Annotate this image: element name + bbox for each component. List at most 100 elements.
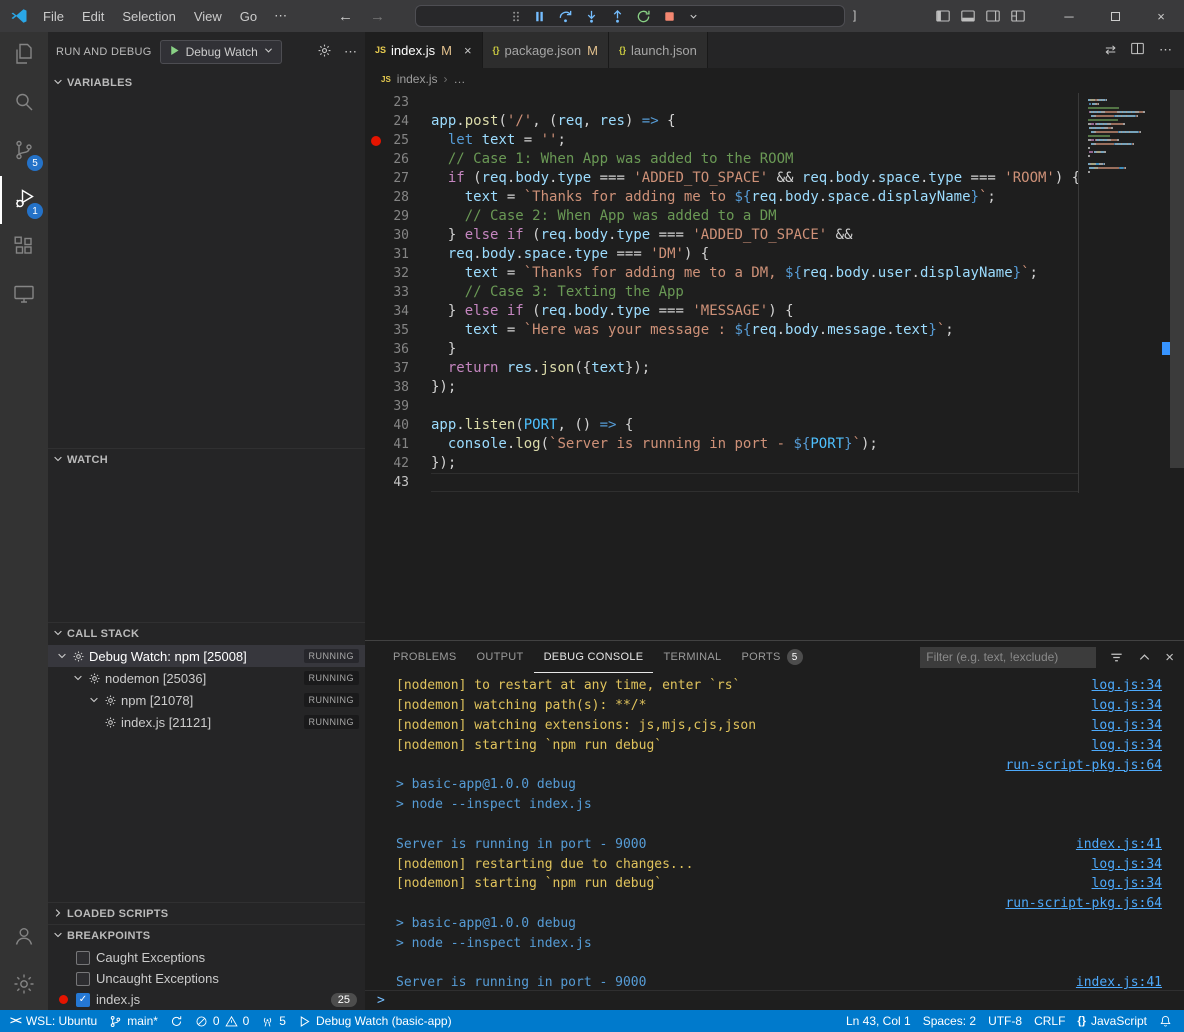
activity-source-control[interactable]: 5 (0, 128, 48, 176)
gutter-row[interactable]: 40 (365, 416, 431, 435)
sync-changes-button[interactable] (164, 1010, 189, 1032)
gutter-row[interactable]: 30 (365, 226, 431, 245)
back-arrow-icon[interactable]: ← (338, 8, 353, 25)
gutter-row[interactable]: 35 (365, 321, 431, 340)
code-line[interactable]: console.log(`Server is running in port -… (431, 435, 1080, 454)
menu-item-selection[interactable]: Selection (113, 9, 184, 24)
activity-accounts[interactable] (0, 914, 48, 962)
console-source-link[interactable]: run-script-pkg.js:64 (1005, 896, 1162, 911)
editor-tab-package.json[interactable]: {}package.jsonM (483, 32, 609, 68)
code-line[interactable]: } else if (req.body.type === 'ADDED_TO_S… (431, 226, 1080, 245)
breakpoint-item[interactable]: Uncaught Exceptions (48, 968, 365, 989)
code-line[interactable]: // Case 3: Texting the App (431, 283, 1080, 302)
gutter-row[interactable]: 43 (365, 473, 431, 492)
remote-indicator[interactable]: >< WSL: Ubuntu (0, 1010, 103, 1032)
problems-indicator[interactable]: 0 0 (189, 1010, 255, 1032)
code-line[interactable]: req.body.space.type === 'DM') { (431, 245, 1080, 264)
split-editor-icon[interactable] (1130, 41, 1145, 59)
panel-tab-ports[interactable]: PORTS5 (731, 641, 812, 673)
gutter-row[interactable]: 34 (365, 302, 431, 321)
console-source-link[interactable]: log.js:34 (1092, 857, 1162, 872)
console-source-link[interactable]: log.js:34 (1092, 698, 1162, 713)
watch-section-header[interactable]: WATCH (48, 449, 365, 471)
activity-run-debug[interactable]: 1 (0, 176, 48, 224)
console-source-link[interactable]: log.js:34 (1092, 678, 1162, 693)
console-filter-input[interactable] (920, 647, 1096, 668)
breakpoint-item[interactable]: Caught Exceptions (48, 947, 365, 968)
call-stack-item[interactable]: nodemon [25036]RUNNING (48, 667, 365, 689)
gutter-row[interactable]: 27 (365, 169, 431, 188)
editor-tab-launch.json[interactable]: {}launch.json (609, 32, 708, 68)
menu-item-file[interactable]: File (34, 9, 73, 24)
gutter-row[interactable]: 39 (365, 397, 431, 416)
maximize-panel-icon[interactable] (1137, 650, 1152, 665)
editor-more-actions-icon[interactable]: ⋯ (1159, 42, 1172, 58)
panel-tab-terminal[interactable]: TERMINAL (653, 641, 731, 673)
panel-tab-output[interactable]: OUTPUT (467, 641, 534, 673)
code-line[interactable]: if (req.body.type === 'ADDED_TO_SPACE' &… (431, 169, 1080, 188)
notifications-bell[interactable] (1153, 1010, 1178, 1032)
menu-overflow-icon[interactable]: ⋯ (266, 8, 295, 24)
editor-tab-index.js[interactable]: JSindex.jsM× (365, 32, 483, 68)
panel-tab-debug-console[interactable]: DEBUG CONSOLE (534, 641, 654, 673)
editor-scrollbar[interactable] (1170, 90, 1184, 640)
gutter-row[interactable]: 38 (365, 378, 431, 397)
close-panel-icon[interactable]: × (1165, 649, 1174, 666)
menu-item-go[interactable]: Go (231, 9, 266, 24)
minimize-button[interactable]: ─ (1046, 0, 1092, 32)
code-line[interactable]: // Case 1: When App was added to the ROO… (431, 150, 1080, 169)
console-source-link[interactable]: index.js:41 (1076, 837, 1162, 852)
step-out-button[interactable] (610, 9, 625, 24)
call-stack-item[interactable]: npm [21078]RUNNING (48, 689, 365, 711)
maximize-button[interactable] (1092, 0, 1138, 32)
code-line[interactable]: }); (431, 378, 1080, 397)
debug-config-dropdown[interactable]: Debug Watch (160, 40, 282, 64)
call-stack-item[interactable]: index.js [21121]RUNNING (48, 711, 365, 733)
breadcrumb[interactable]: JS index.js › … (365, 68, 1184, 90)
menu-item-edit[interactable]: Edit (73, 9, 113, 24)
debug-toolbar-chevron-icon[interactable] (688, 11, 699, 22)
breadcrumb-file[interactable]: index.js (397, 72, 438, 86)
breakpoint-checkbox[interactable] (76, 951, 90, 965)
console-source-link[interactable]: index.js:41 (1076, 975, 1162, 990)
gutter-row[interactable]: 25 (365, 131, 431, 150)
breadcrumb-symbol[interactable]: … (453, 72, 465, 86)
gutter-row[interactable]: 42 (365, 454, 431, 473)
gutter-row[interactable]: 26 (365, 150, 431, 169)
code-line[interactable] (431, 397, 1080, 416)
toggle-secondary-sidebar-icon[interactable] (985, 8, 1001, 24)
filter-list-icon[interactable] (1109, 650, 1124, 665)
gutter-row[interactable]: 32 (365, 264, 431, 283)
ports-indicator[interactable]: 5 (255, 1010, 292, 1032)
console-source-link[interactable]: log.js:34 (1092, 718, 1162, 733)
gutter-row[interactable]: 29 (365, 207, 431, 226)
restart-button[interactable] (636, 9, 651, 24)
git-branch-indicator[interactable]: main* (103, 1010, 164, 1032)
code-line[interactable]: text = `Thanks for adding me to a DM, ${… (431, 264, 1080, 283)
gripper-icon[interactable] (511, 9, 521, 24)
activity-remote-explorer[interactable] (0, 272, 48, 320)
activity-settings[interactable] (0, 962, 48, 1010)
gutter-row[interactable]: 36 (365, 340, 431, 359)
forward-arrow-icon[interactable]: → (370, 8, 385, 25)
debug-settings-gear-icon[interactable] (317, 43, 332, 61)
debug-session-indicator[interactable]: Debug Watch (basic-app) (292, 1010, 458, 1032)
step-over-button[interactable] (558, 9, 573, 24)
breakpoints-section-header[interactable]: BREAKPOINTS (48, 925, 365, 947)
breakpoint-item[interactable]: ✓index.js25 (48, 989, 365, 1010)
gutter-row[interactable]: 23 (365, 93, 431, 112)
encoding-indicator[interactable]: UTF-8 (982, 1010, 1028, 1032)
breakpoint-checkbox[interactable]: ✓ (76, 993, 90, 1007)
activity-search[interactable] (0, 80, 48, 128)
open-changes-icon[interactable]: ⇄ (1105, 42, 1116, 58)
toggle-panel-icon[interactable] (960, 8, 976, 24)
code-line[interactable]: }); (431, 454, 1080, 473)
code-line[interactable]: text = `Thanks for adding me to ${req.bo… (431, 188, 1080, 207)
loaded-scripts-section-header[interactable]: LOADED SCRIPTS (48, 903, 365, 924)
code-line[interactable]: } else if (req.body.type === 'MESSAGE') … (431, 302, 1080, 321)
console-source-link[interactable]: log.js:34 (1092, 738, 1162, 753)
code-line[interactable]: app.post('/', (req, res) => { (431, 112, 1080, 131)
command-center[interactable] (415, 5, 845, 27)
console-source-link[interactable]: log.js:34 (1092, 876, 1162, 891)
code-line[interactable]: text = `Here was your message : ${req.bo… (431, 321, 1080, 340)
